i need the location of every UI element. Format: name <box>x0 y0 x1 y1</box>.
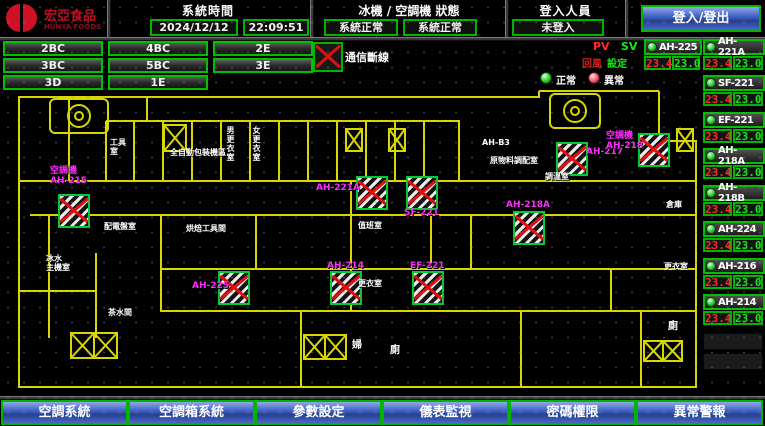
room-label: 廁 <box>390 346 400 355</box>
room-label: 工具室 <box>110 138 132 156</box>
equipment-icon-ef-221[interactable] <box>412 271 444 305</box>
room-label: 原物料調配室 <box>490 156 538 165</box>
floorplan-walls <box>0 0 765 426</box>
equipment-label: AH-221A <box>316 183 360 193</box>
room-label: 倉庫 <box>666 200 682 209</box>
room-label: 值班室 <box>358 221 382 230</box>
room-label: 廁 <box>668 322 678 331</box>
room-label: 女更衣室 <box>252 126 261 162</box>
room-label: 烘焙工具間 <box>186 224 226 233</box>
room-label: 配電盤室 <box>104 222 136 231</box>
room-label: 男更衣室 <box>226 126 235 162</box>
room-label: 全自動包裝機區 <box>170 148 226 157</box>
room-label: 茶水間 <box>108 308 132 317</box>
equipment-icon-sf-221[interactable] <box>406 176 438 210</box>
room-label: AH-B3 <box>482 138 510 147</box>
room-label: 婦 <box>352 341 362 350</box>
room-label: 冰水 主機室 <box>46 254 70 272</box>
equipment-label: EF-221 <box>410 261 445 271</box>
equipment-icon-ah-218a[interactable] <box>513 211 545 245</box>
equipment-icon-ah-217[interactable] <box>556 142 588 176</box>
room-label: 更衣室 <box>664 262 688 271</box>
room-label: 調溫室 <box>545 172 569 181</box>
equipment-label: 空調機 AH-218 <box>606 131 643 151</box>
equipment-icon-ah-214[interactable] <box>330 271 362 305</box>
equipment-icon-ah-221a[interactable] <box>356 176 388 210</box>
equipment-label: 空調機 AH-215 <box>50 166 87 186</box>
room-label: 更衣室 <box>358 279 382 288</box>
equipment-label: AH-225 <box>192 281 229 291</box>
equipment-label: SF-221 <box>404 208 439 218</box>
equipment-icon-ah-215[interactable] <box>58 194 90 228</box>
equipment-label: AH-214 <box>327 261 364 271</box>
equipment-label: AH-218A <box>506 200 550 210</box>
